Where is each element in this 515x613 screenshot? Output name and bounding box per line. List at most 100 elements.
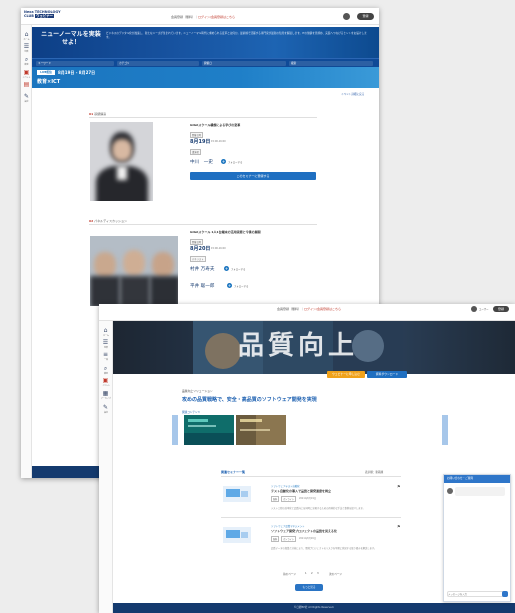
back-link[interactable]: イベント詳細に戻る: [341, 92, 364, 96]
calendar-icon[interactable]: ▤: [23, 81, 30, 88]
side-nav: ⌂ ホーム ☰ 特集 ≡ 一覧 ⌕ 検索 ▣ イベント ▦ アーカイブ ✎ 設定: [99, 321, 113, 613]
nav-label-home: ホーム: [103, 335, 109, 337]
home-icon[interactable]: ⌂: [23, 31, 30, 38]
site-logo[interactable]: Nexa TECHNOLOGY CLUB ウェビナー: [24, 10, 61, 18]
speaker-name: 中川 一史: [190, 160, 213, 165]
page-link-2[interactable]: 2: [311, 572, 313, 575]
nav-label-settings: 設定: [24, 101, 29, 103]
event-date: 8月19日 - 8月27日: [58, 70, 96, 75]
login-link[interactable]: ログイン/会員登録はこちら: [198, 15, 235, 19]
date-field[interactable]: 開催日: [202, 61, 286, 66]
hero-banner: 品質向上: [113, 321, 515, 374]
download-button[interactable]: 資料ダウンロード: [367, 371, 407, 378]
user-avatar-icon[interactable]: [343, 13, 350, 20]
hero-title: 品質向上: [238, 330, 358, 361]
logo-badge: ウェビナー: [35, 14, 55, 18]
side-nav: ⌂ ホーム ☰ 特集 ⌕ 検索 ▣ イベント ▤ ✎ 設定: [21, 25, 32, 478]
list-icon[interactable]: ≡: [102, 351, 109, 358]
load-more-button[interactable]: もっと見る: [295, 584, 323, 591]
signin-button[interactable]: 登録: [357, 13, 374, 20]
slider-next-button[interactable]: [442, 415, 448, 445]
top-bar: Nexa TECHNOLOGY CLUB ウェビナー 会員登録（無料）｜ログイン…: [21, 8, 379, 25]
top-links: 会員登録（無料）｜ログイン/会員登録はこちら: [171, 15, 235, 19]
top-links: 会員登録（無料）｜ログイン/会員登録はこちら: [277, 307, 341, 311]
follow-plus-icon[interactable]: +: [227, 283, 232, 288]
keyword-field[interactable]: キーワード: [36, 61, 114, 66]
search-icon[interactable]: ⌕: [102, 365, 109, 372]
nav-label-feature: 特集: [24, 51, 29, 53]
follow-label[interactable]: フォローする: [228, 160, 242, 164]
settings-icon[interactable]: ✎: [102, 404, 109, 411]
session2-number: 02: [89, 219, 94, 223]
session2-time: 15:00-16:00: [211, 247, 226, 250]
home-icon[interactable]: ⌂: [102, 327, 109, 334]
bookmark-icon[interactable]: ⚑: [397, 484, 401, 489]
search-button[interactable]: 検索: [289, 61, 373, 66]
sort-select[interactable]: 表示順：新着順: [365, 470, 383, 474]
logo-subtext: CLUB: [24, 14, 34, 18]
hero-title: ニューノーマルを実装せよ！: [41, 31, 101, 46]
divider: [89, 117, 317, 118]
archive-icon[interactable]: ▦: [102, 390, 109, 397]
next-page-link[interactable]: 次のページ: [329, 572, 342, 576]
nav-label-list: 一覧: [103, 359, 108, 361]
search-bar: キーワード カテゴリ 開催日 検索: [32, 58, 379, 67]
divider: [89, 224, 317, 225]
apply-webinar-button[interactable]: ウェビナーに申し込む: [327, 371, 365, 378]
chat-message: [455, 487, 505, 496]
featured-card-1[interactable]: [184, 415, 234, 445]
page-link-1[interactable]: 1: [305, 572, 307, 575]
item-tag: オンライン: [281, 536, 296, 542]
panelist-tag: パネリスト: [190, 256, 206, 262]
nav-label-search: 検索: [103, 373, 108, 375]
send-icon[interactable]: [502, 591, 508, 597]
footer: ©日経BP社 All Rights Reserved.: [113, 603, 515, 613]
chat-input[interactable]: [447, 591, 505, 597]
event-icon[interactable]: ▣: [23, 69, 30, 76]
category-field[interactable]: カテゴリ: [117, 61, 199, 66]
item-title[interactable]: テスト自動化の導入で品質と開発速度を両立: [271, 489, 331, 493]
nav-label-search: 検索: [24, 64, 29, 66]
register-seminar-button[interactable]: このセミナーに登録する: [190, 172, 316, 180]
follow-plus-icon[interactable]: +: [221, 159, 226, 164]
event-banner: LIVE配信 8月19日 - 8月27日 教育×ICT: [32, 67, 379, 88]
feature-icon[interactable]: ☰: [23, 43, 30, 50]
follow-label[interactable]: フォローする: [234, 284, 248, 288]
prev-page-link[interactable]: 前のページ: [283, 572, 296, 576]
event-tag: LIVE配信: [37, 70, 55, 75]
user-label[interactable]: ユーザー: [479, 307, 489, 311]
slider-prev-button[interactable]: [172, 415, 178, 445]
session1-date: 8月19日: [190, 139, 211, 145]
session1-header: 01 基調講演: [89, 112, 106, 116]
list-heading: 関連セミナー一覧: [221, 470, 246, 474]
hero-description: ビジネスのデジタル化が加速し、新たなニーズが生まれています。ニューノーマル時代に…: [106, 32, 367, 39]
bookmark-icon[interactable]: ⚑: [397, 524, 401, 529]
hero-artwork: 品質向上: [193, 321, 403, 374]
session1-time: 15:00-16:00: [211, 140, 226, 143]
item-thumbnail[interactable]: [223, 527, 251, 543]
item-title[interactable]: ソフトウェア開発プロジェクトの品質を見える化: [271, 529, 337, 533]
login-link[interactable]: ログイン/会員登録はこちら: [304, 307, 341, 311]
session1-number: 01: [89, 112, 94, 116]
session2-title: GIGAスクール 1人1台端末の活用実態と今後の展開: [190, 230, 261, 234]
follow-plus-icon[interactable]: +: [224, 266, 229, 271]
signin-button[interactable]: 登録: [493, 306, 509, 312]
settings-icon[interactable]: ✎: [23, 93, 30, 100]
panelist-name: 平井 聡一郎: [190, 284, 215, 289]
feature-icon[interactable]: ☰: [102, 339, 109, 346]
follow-label[interactable]: フォローする: [231, 267, 245, 271]
register-link[interactable]: 会員登録（無料）: [277, 307, 301, 311]
item-thumbnail[interactable]: [223, 486, 251, 502]
session2-header: 02 パネルディスカッション: [89, 219, 127, 223]
page-link-3[interactable]: 3: [317, 572, 319, 575]
register-link[interactable]: 会員登録（無料）: [171, 15, 195, 19]
nav-label-archive: アーカイブ: [101, 398, 111, 400]
nav-label-home: ホーム: [23, 39, 30, 41]
user-avatar-icon[interactable]: [471, 306, 477, 312]
featured-card-2[interactable]: [236, 415, 286, 445]
agent-avatar-icon: [447, 488, 453, 494]
event-icon[interactable]: ▣: [102, 377, 109, 384]
nav-label-feature: 特集: [103, 347, 108, 349]
panelists-photo: [90, 236, 178, 306]
search-icon[interactable]: ⌕: [23, 56, 30, 63]
